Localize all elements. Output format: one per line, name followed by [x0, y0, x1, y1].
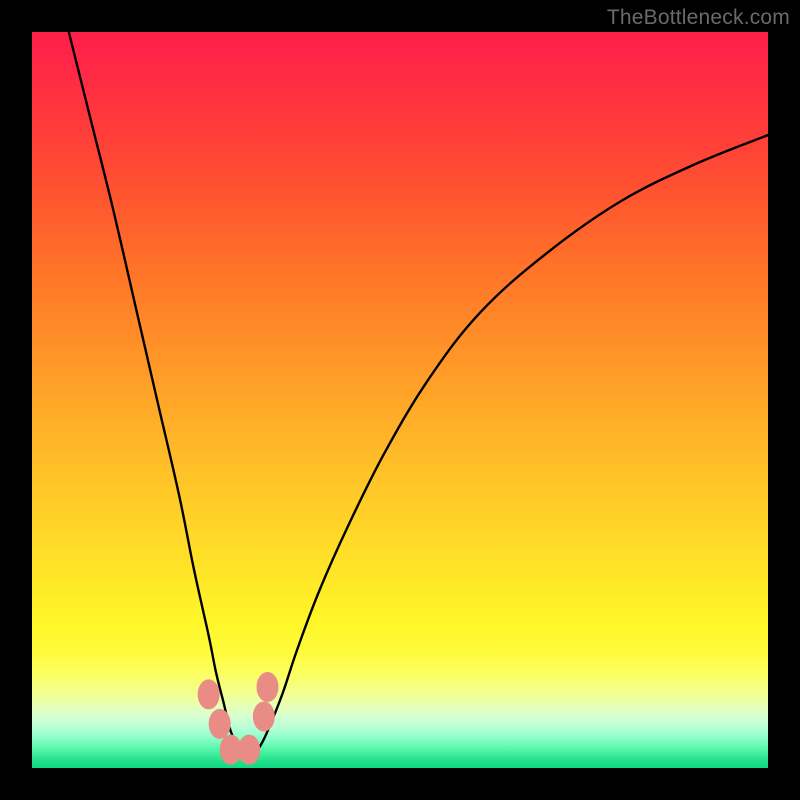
marker-dot — [238, 735, 260, 765]
marker-dot — [257, 672, 279, 702]
watermark-text: TheBottleneck.com — [607, 6, 790, 30]
marker-dot — [209, 709, 231, 739]
marker-dot — [253, 701, 275, 731]
bottleneck-curve — [69, 32, 768, 754]
curve-markers — [198, 672, 279, 765]
chart-frame: TheBottleneck.com — [0, 0, 800, 800]
plot-area — [32, 32, 768, 768]
marker-dot — [198, 679, 220, 709]
curve-layer — [32, 32, 768, 768]
